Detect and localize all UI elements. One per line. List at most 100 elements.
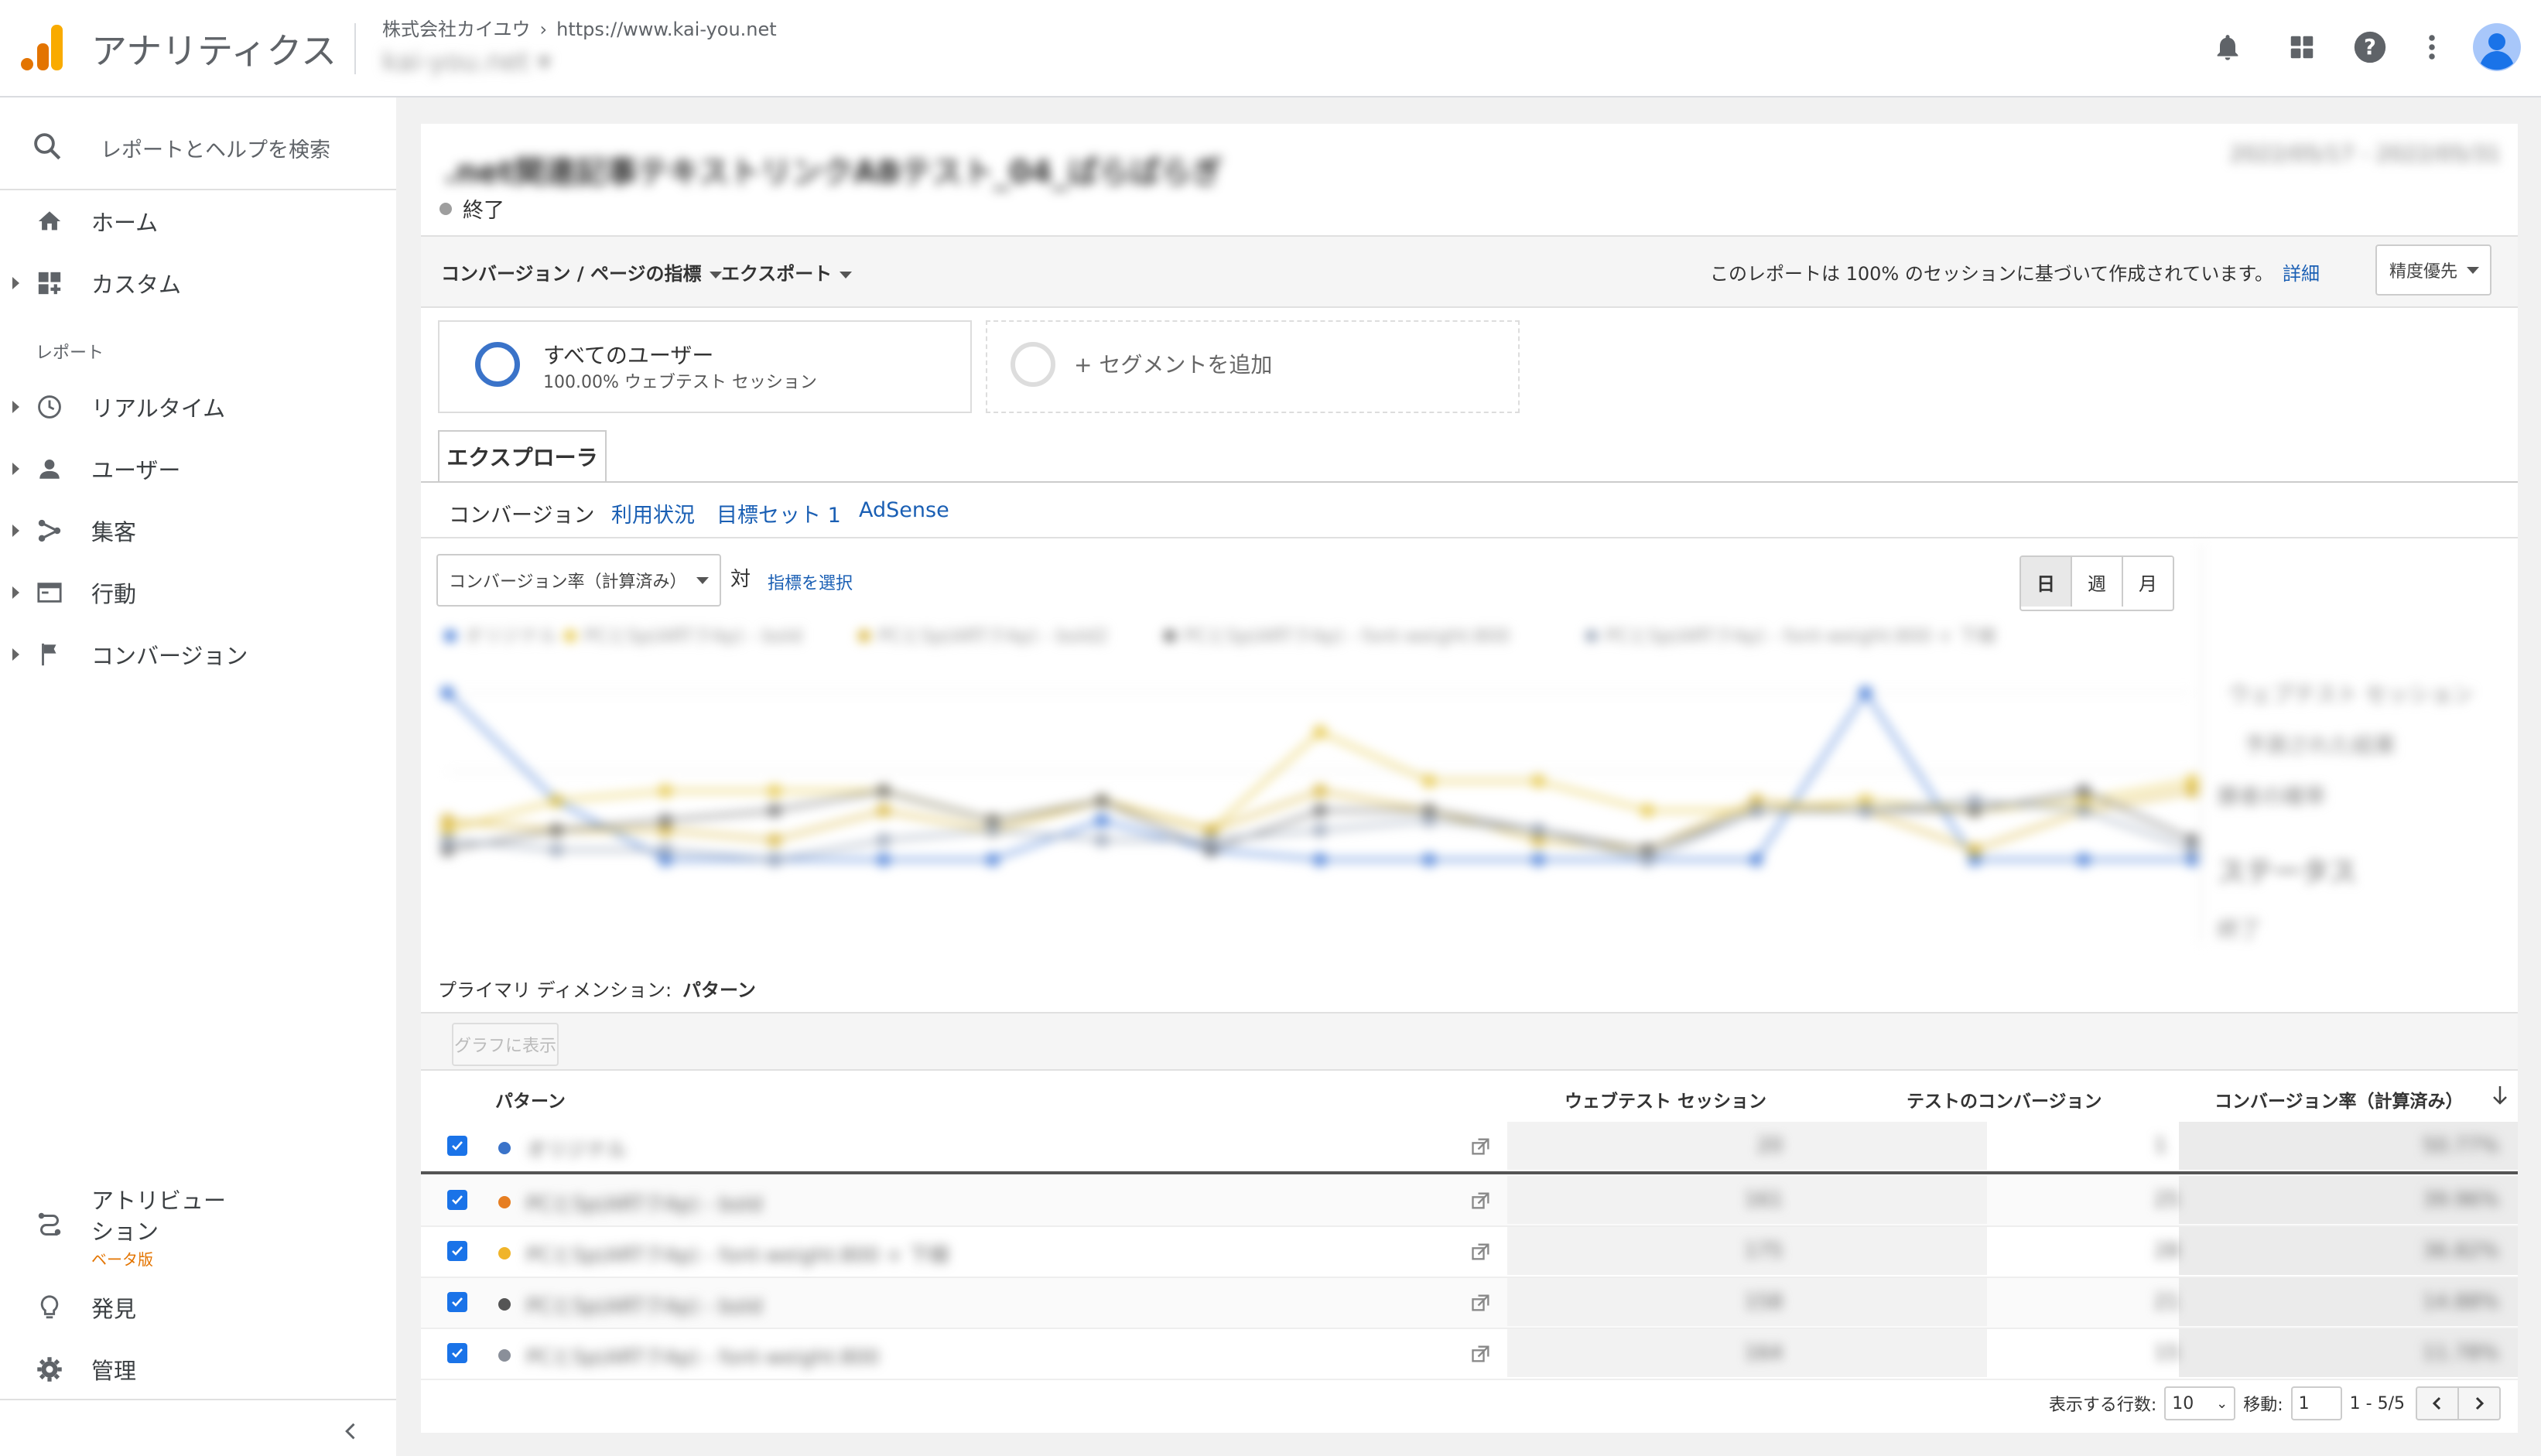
sort-desc-arrow-icon[interactable] bbox=[2491, 1085, 2509, 1109]
open-in-new-icon[interactable] bbox=[1470, 1136, 1492, 1157]
table-header: パターン ウェブテスト セッション テストのコンバージョン コンバージョン率（計… bbox=[421, 1069, 2518, 1123]
sidebar-item-behavior[interactable]: 行動 bbox=[0, 569, 396, 616]
sidebar-item-custom[interactable]: カスタム bbox=[0, 260, 396, 306]
table-row[interactable]: PCとSp(ARTクAp) - font-weight:800 + 下線 175 2… bbox=[421, 1227, 2518, 1278]
expand-arrow-icon[interactable] bbox=[12, 648, 19, 661]
pattern-name[interactable]: PCとSp(ARTクAp) - bold bbox=[526, 1188, 762, 1217]
row-checkbox[interactable] bbox=[447, 1190, 467, 1210]
expand-arrow-icon[interactable] bbox=[12, 277, 19, 289]
row-checkbox[interactable] bbox=[447, 1136, 467, 1156]
export-button[interactable]: エクスポート bbox=[721, 258, 853, 285]
breadcrumb[interactable]: 株式会社カイユウ › https://www.kai-you.net bbox=[382, 14, 777, 41]
breadcrumb-account[interactable]: 株式会社カイユウ bbox=[382, 19, 531, 40]
row-checkbox[interactable] bbox=[447, 1241, 467, 1261]
sidebar-item-conversions[interactable]: コンバージョン bbox=[0, 631, 396, 678]
notifications-bell-icon[interactable] bbox=[2204, 23, 2252, 71]
select-metric-link[interactable]: 指標を選択 bbox=[768, 569, 853, 594]
more-vert-icon[interactable] bbox=[2408, 23, 2456, 71]
legend-swatch bbox=[858, 630, 870, 642]
sidebar-item-acquisition[interactable]: 集客 bbox=[0, 508, 396, 554]
rows-per-page-select[interactable]: 10 ⌄ bbox=[2164, 1386, 2236, 1420]
primary-dimension-value[interactable]: パターン bbox=[682, 979, 756, 1001]
add-segment-card[interactable]: + セグメントを追加 bbox=[986, 320, 1520, 413]
view-selector[interactable]: kai-you.net ▾ bbox=[382, 46, 551, 77]
column-header-pattern[interactable]: パターン bbox=[495, 1086, 566, 1113]
tab-explorer[interactable]: エクスプローラ bbox=[438, 430, 607, 481]
pattern-name[interactable]: PCとSp(ARTクAp) - bold bbox=[526, 1290, 762, 1319]
date-range-picker[interactable]: 2022/05/17 - 2022/05/31 bbox=[2229, 141, 2501, 166]
period-day-button[interactable]: 日 bbox=[2021, 557, 2071, 607]
sidebar-item-users[interactable]: ユーザー bbox=[0, 446, 396, 492]
period-week-button[interactable]: 週 bbox=[2071, 557, 2122, 607]
pattern-name[interactable]: オリジナル bbox=[526, 1134, 627, 1163]
prev-page-chevron-icon[interactable] bbox=[2417, 1388, 2459, 1419]
data-point bbox=[658, 813, 672, 828]
table-row[interactable]: PCとSp(ARTクAp) - bold 161 25 39.96% bbox=[421, 1176, 2518, 1227]
table-row[interactable]: PCとSp(ARTクAp) - bold 158 21 14.88% bbox=[421, 1278, 2518, 1329]
plot-rows-button[interactable]: グラフに表示 bbox=[452, 1023, 559, 1066]
sidebar-item-discover[interactable]: 発見 bbox=[0, 1284, 396, 1331]
column-header-conversion-rate[interactable]: コンバージョン率（計算済み） bbox=[2214, 1086, 2464, 1113]
data-point bbox=[1095, 794, 1109, 808]
add-segment-label: + セグメントを追加 bbox=[1074, 352, 1273, 378]
column-header-sessions[interactable]: ウェブテスト セッション bbox=[1565, 1086, 1766, 1113]
table-row[interactable]: PCとSp(ARTクAp) - font-weight:800 164 15 11.7… bbox=[421, 1329, 2518, 1380]
sidebar-item-label: 行動 bbox=[91, 581, 137, 607]
details-link[interactable]: 詳細 bbox=[2283, 263, 2320, 285]
search-placeholder[interactable]: レポートとヘルプを検索 bbox=[101, 133, 330, 163]
help-icon[interactable]: ? bbox=[2346, 23, 2394, 71]
data-point bbox=[1640, 803, 1654, 818]
expand-arrow-icon[interactable] bbox=[12, 586, 19, 599]
data-point bbox=[1749, 803, 1763, 818]
metric-select[interactable]: コンバージョン率（計算済み） bbox=[436, 554, 721, 607]
precision-select[interactable]: 精度優先 bbox=[2375, 244, 2491, 296]
sidebar-item-label: 集客 bbox=[91, 519, 137, 545]
sidebar-search[interactable]: レポートとヘルプを検索 bbox=[0, 122, 396, 170]
series-color-dot bbox=[498, 1196, 511, 1208]
segment-card-all-users[interactable]: すべてのユーザー 100.00% ウェブテスト セッション bbox=[438, 320, 972, 413]
expand-arrow-icon[interactable] bbox=[12, 525, 19, 537]
breadcrumb-property[interactable]: https://www.kai-you.net bbox=[556, 19, 777, 40]
legend-label: PCとSp(ARTクAp) - bold2 bbox=[878, 625, 1108, 647]
subtab-usage[interactable]: 利用状況 bbox=[611, 498, 695, 528]
search-icon bbox=[31, 130, 63, 166]
data-point bbox=[2077, 803, 2091, 818]
sidebar-item-home[interactable]: ホーム bbox=[0, 198, 396, 244]
metrics-menu-button[interactable]: コンバージョン / ページの指標 bbox=[441, 258, 722, 285]
row-checkbox[interactable] bbox=[447, 1292, 467, 1312]
pattern-name[interactable]: PCとSp(ARTクAp) - font-weight:800 bbox=[526, 1342, 879, 1370]
table-row[interactable]: オリジナル 20 1 50.77% bbox=[421, 1122, 2518, 1173]
open-in-new-icon[interactable] bbox=[1470, 1241, 1492, 1263]
sidebar-item-attribution[interactable]: アトリビューション ベータ版 bbox=[0, 1177, 396, 1270]
data-point bbox=[1531, 823, 1545, 838]
series-line bbox=[446, 788, 2194, 853]
account-avatar-icon[interactable] bbox=[2473, 23, 2521, 71]
open-in-new-icon[interactable] bbox=[1470, 1343, 1492, 1365]
subtab-adsense[interactable]: AdSense bbox=[859, 498, 949, 522]
sidebar-item-admin[interactable]: 管理 bbox=[0, 1346, 396, 1393]
data-point bbox=[2186, 842, 2200, 857]
line-chart-svg: オリジナル PCとSp(ARTクAp) - bold PCとSp(ARTクAp) -… bbox=[440, 625, 2200, 867]
goto-page-input[interactable]: 1 bbox=[2290, 1386, 2342, 1420]
open-in-new-icon[interactable] bbox=[1470, 1190, 1492, 1212]
expand-arrow-icon[interactable] bbox=[12, 401, 19, 413]
expand-arrow-icon[interactable] bbox=[12, 463, 19, 475]
sessions-value: 161 bbox=[1744, 1188, 1783, 1212]
data-point bbox=[1095, 813, 1109, 828]
next-page-chevron-icon[interactable] bbox=[2459, 1388, 2499, 1419]
collapse-sidebar-chevron-icon[interactable] bbox=[340, 1420, 362, 1445]
analytics-logo-icon[interactable] bbox=[20, 23, 63, 71]
subtab-goal-set[interactable]: 目標セット 1 bbox=[716, 498, 841, 528]
data-point bbox=[1640, 853, 1654, 867]
open-in-new-icon[interactable] bbox=[1470, 1292, 1492, 1314]
row-checkbox[interactable] bbox=[447, 1343, 467, 1363]
column-header-conversions[interactable]: テストのコンバージョン bbox=[1907, 1086, 2102, 1113]
sidebar-item-realtime[interactable]: リアルタイム bbox=[0, 384, 396, 430]
pattern-name[interactable]: PCとSp(ARTクAp) - font-weight:800 + 下線 bbox=[526, 1239, 949, 1268]
apps-grid-icon[interactable] bbox=[2278, 23, 2326, 71]
period-month-button[interactable]: 月 bbox=[2122, 557, 2173, 607]
caret-down-icon bbox=[2467, 266, 2479, 274]
conversion-rate-value: 11.78% bbox=[2422, 1342, 2499, 1365]
series-color-dot bbox=[498, 1142, 511, 1154]
subtab-conversion[interactable]: コンバージョン bbox=[449, 498, 594, 528]
